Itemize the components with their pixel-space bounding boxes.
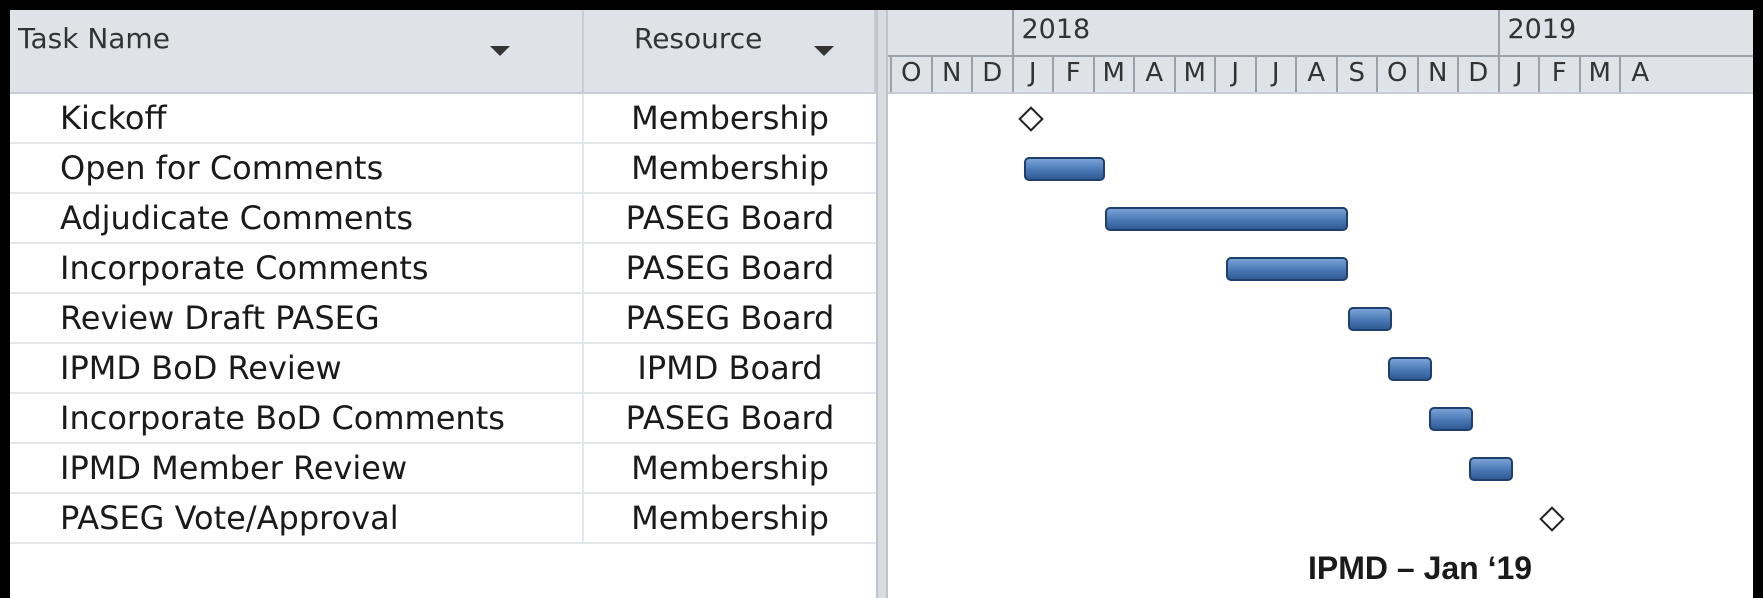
month-label: N bbox=[930, 56, 972, 92]
diamond-icon[interactable] bbox=[1539, 506, 1565, 532]
year-separator bbox=[1011, 10, 1014, 56]
task-name-cell[interactable]: Adjudicate Comments bbox=[10, 194, 584, 244]
month-label: F bbox=[1052, 56, 1093, 92]
task-name-column-header[interactable]: Task Name bbox=[10, 10, 584, 94]
caret-down-icon[interactable] bbox=[490, 46, 510, 56]
timescale-header: O N D J F M A M J J A S O N D J F M A 2018 2019 bbox=[888, 10, 1753, 94]
task-bar[interactable] bbox=[1347, 307, 1392, 331]
resource-cell[interactable]: IPMD Board bbox=[584, 344, 876, 394]
task-name-cell[interactable]: IPMD Member Review bbox=[10, 444, 584, 494]
month-label: A bbox=[1619, 56, 1660, 92]
task-name-cell[interactable]: Incorporate BoD Comments bbox=[10, 394, 584, 444]
resource-cell[interactable]: PASEG Board bbox=[584, 194, 876, 244]
month-label: O bbox=[890, 56, 931, 92]
month-label: A bbox=[1133, 56, 1174, 92]
resource-cell[interactable]: PASEG Board bbox=[584, 294, 876, 344]
resource-header-label: Resource bbox=[634, 22, 763, 55]
task-bar[interactable] bbox=[1023, 157, 1105, 181]
month-label: S bbox=[1335, 56, 1377, 92]
diamond-icon[interactable] bbox=[1017, 106, 1044, 132]
task-bar[interactable] bbox=[1428, 407, 1473, 431]
task-bar[interactable] bbox=[1469, 457, 1513, 481]
month-label: O bbox=[1376, 56, 1417, 92]
table-row[interactable]: Incorporate BoD Comments PASEG Board bbox=[10, 394, 876, 444]
task-name-cell[interactable]: IPMD BoD Review bbox=[10, 344, 584, 394]
gantt-chart: O N D J F M A M J J A S O N D J F M A 2018 2019 IPMD – Jan ‘… bbox=[888, 10, 1753, 598]
task-bar[interactable] bbox=[1388, 357, 1432, 381]
pane-splitter[interactable] bbox=[876, 10, 888, 598]
task-name-cell[interactable]: Review Draft PASEG bbox=[10, 294, 584, 344]
resource-cell[interactable]: Membership bbox=[584, 94, 876, 144]
table-row[interactable]: Kickoff Membership bbox=[10, 94, 876, 144]
task-name-cell[interactable]: Kickoff bbox=[10, 94, 584, 144]
table-row[interactable]: Incorporate Comments PASEG Board bbox=[10, 244, 876, 294]
resource-cell[interactable]: Membership bbox=[584, 144, 876, 194]
task-name-header-label: Task Name bbox=[18, 22, 170, 55]
table-row[interactable]: IPMD BoD Review IPMD Board bbox=[10, 344, 876, 394]
resource-cell[interactable]: Membership bbox=[584, 444, 876, 494]
task-bar[interactable] bbox=[1104, 207, 1348, 231]
month-label: D bbox=[971, 56, 1012, 92]
task-name-cell[interactable]: PASEG Vote/Approval bbox=[10, 494, 584, 544]
month-label: J bbox=[1011, 56, 1053, 92]
resource-cell[interactable]: PASEG Board bbox=[584, 244, 876, 294]
gantt-view: Task Name Resource Kickoff Membership Open… bbox=[10, 10, 1753, 598]
task-bar[interactable] bbox=[1226, 257, 1348, 281]
table-row[interactable]: Adjudicate Comments PASEG Board bbox=[10, 194, 876, 244]
caret-down-icon[interactable] bbox=[814, 46, 834, 56]
month-label: J bbox=[1497, 56, 1539, 92]
table-row[interactable]: PASEG Vote/Approval Membership bbox=[10, 494, 876, 544]
month-label: J bbox=[1254, 56, 1296, 92]
month-label: M bbox=[1092, 56, 1134, 92]
month-label: J bbox=[1214, 56, 1255, 92]
resource-cell[interactable]: PASEG Board bbox=[584, 394, 876, 444]
month-label: M bbox=[1578, 56, 1620, 92]
year-label: 2018 bbox=[1021, 14, 1091, 45]
month-label: M bbox=[1173, 56, 1215, 92]
month-label: A bbox=[1295, 56, 1336, 92]
resource-column-header[interactable]: Resource bbox=[584, 10, 876, 94]
table-row[interactable]: IPMD Member Review Membership bbox=[10, 444, 876, 494]
month-label: D bbox=[1457, 56, 1498, 92]
resource-cell[interactable]: Membership bbox=[584, 494, 876, 544]
task-name-cell[interactable]: Incorporate Comments bbox=[10, 244, 584, 294]
year-separator bbox=[1497, 10, 1500, 56]
table-row[interactable]: Open for Comments Membership bbox=[10, 144, 876, 194]
table-row[interactable]: Review Draft PASEG PASEG Board bbox=[10, 294, 876, 344]
month-label: N bbox=[1416, 56, 1458, 92]
task-grid: Task Name Resource Kickoff Membership Open… bbox=[10, 10, 876, 598]
month-label: F bbox=[1538, 56, 1579, 92]
task-name-cell[interactable]: Open for Comments bbox=[10, 144, 584, 194]
year-label: 2019 bbox=[1507, 14, 1577, 45]
milestone-annotation: IPMD – Jan ‘19 bbox=[1308, 550, 1533, 586]
